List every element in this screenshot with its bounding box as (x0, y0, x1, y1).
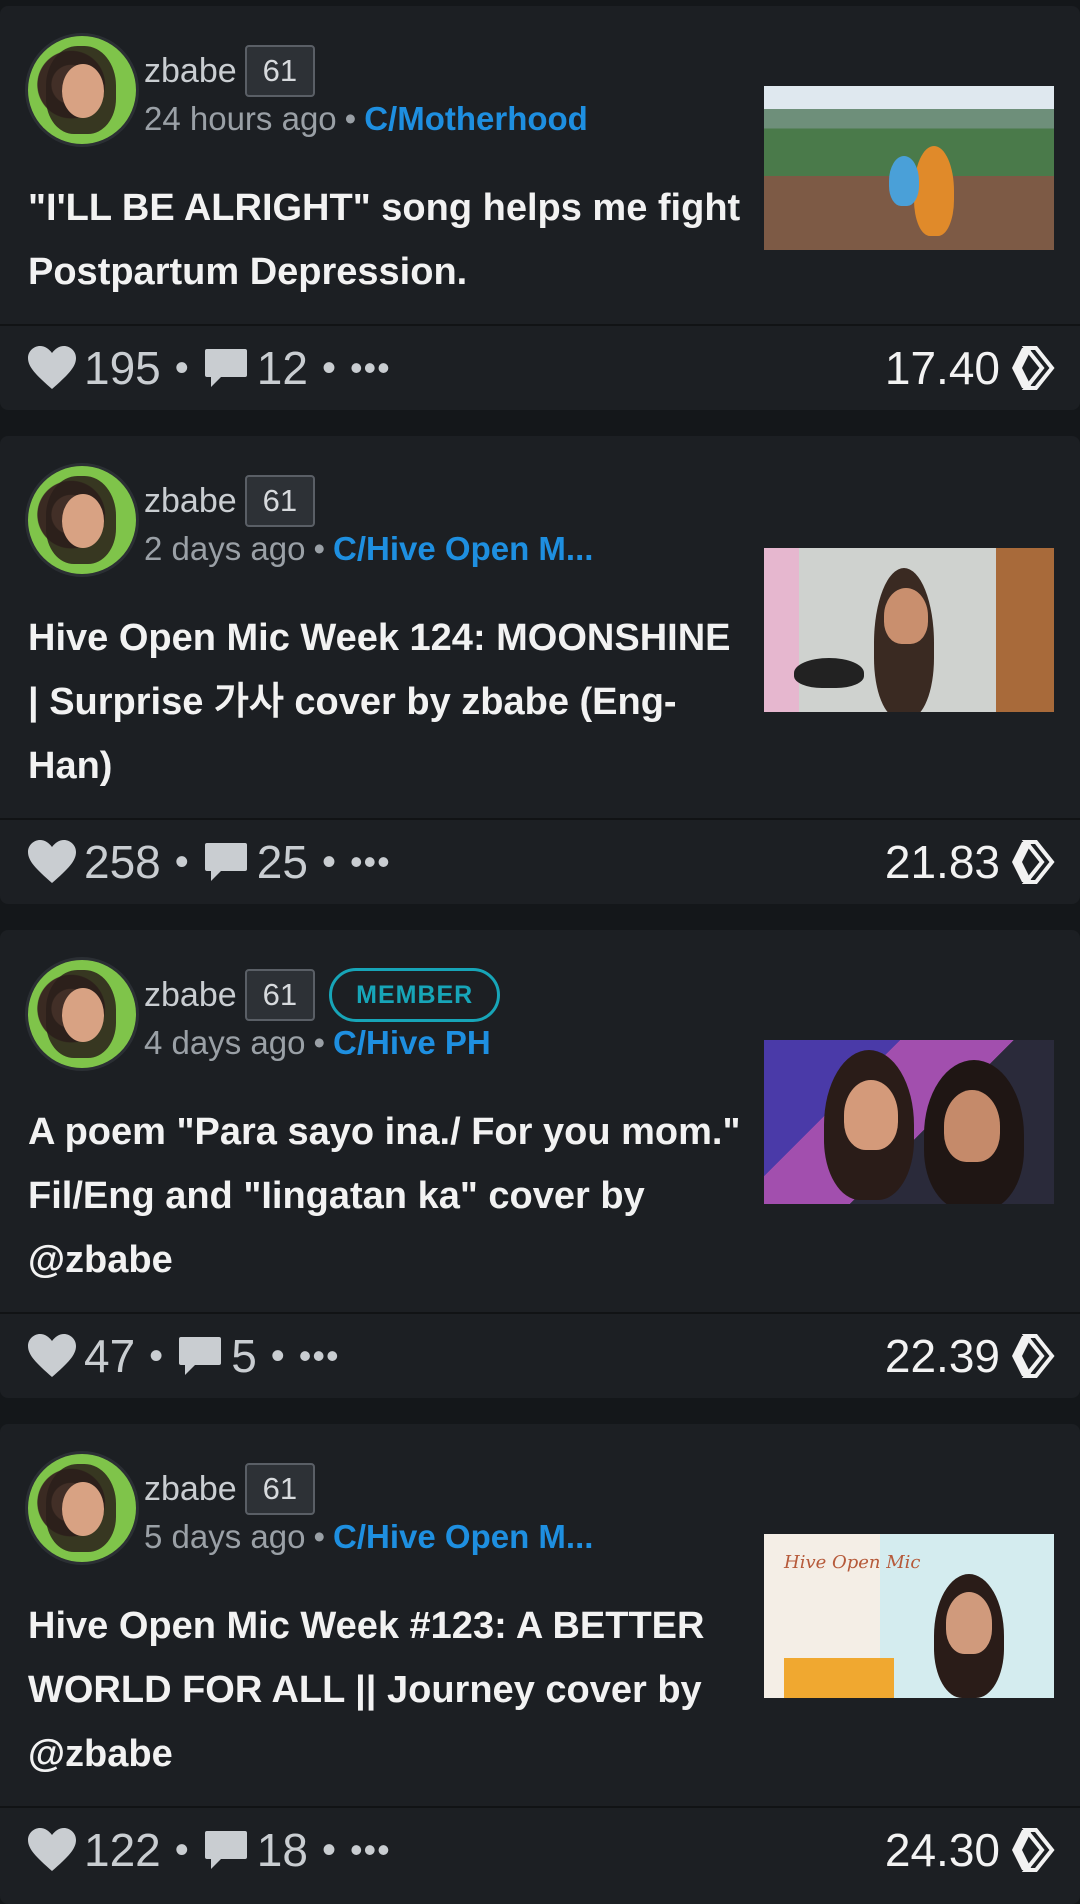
comment-icon[interactable] (203, 1827, 249, 1873)
reputation-badge: 61 (244, 45, 316, 97)
footer-separator: • (321, 345, 336, 390)
footer-separator: • (270, 1333, 285, 1378)
more-options-icon[interactable]: ••• (299, 1335, 340, 1377)
post-time: 24 hours ago (144, 100, 337, 137)
community-link[interactable]: C/Motherhood (364, 100, 588, 137)
meta-separator: • (344, 100, 357, 137)
footer-separator: • (174, 345, 189, 390)
heart-icon[interactable] (26, 1827, 78, 1873)
comment-count: 25 (256, 836, 308, 888)
comment-count: 12 (256, 342, 308, 394)
post-thumbnail[interactable] (764, 1040, 1054, 1204)
payout-value: 24.30 (884, 1824, 1000, 1876)
post-thumbnail[interactable]: Hive Open Mic (764, 1534, 1054, 1698)
thumbnail-overlay-text: Hive Open Mic (784, 1552, 921, 1573)
hive-logo-icon (1008, 1333, 1058, 1379)
post-time: 2 days ago (144, 530, 306, 567)
payout-value: 21.83 (884, 836, 1000, 888)
post-thumbnail[interactable] (764, 548, 1054, 712)
hive-logo-icon (1008, 345, 1058, 391)
comment-icon[interactable] (177, 1333, 223, 1379)
vote-count: 195 (84, 342, 161, 394)
author-name[interactable]: zbabe (144, 976, 237, 1015)
comment-icon[interactable] (203, 345, 249, 391)
hive-logo-icon (1008, 839, 1058, 885)
community-link[interactable]: C/Hive Open M... (333, 1518, 593, 1555)
reputation-badge: 61 (244, 1463, 316, 1515)
payout-value: 22.39 (884, 1330, 1000, 1382)
post-time: 4 days ago (144, 1024, 306, 1061)
payout[interactable]: 24.30 (885, 1823, 1058, 1877)
reputation-badge: 61 (244, 969, 316, 1021)
payout[interactable]: 17.40 (885, 341, 1058, 395)
meta-separator: • (313, 530, 326, 567)
more-options-icon[interactable]: ••• (350, 841, 391, 883)
author-name[interactable]: zbabe (144, 1470, 237, 1509)
post-card[interactable]: zbabe 61 2 days ago • C/Hive Open M... Hiv… (0, 436, 1080, 904)
heart-icon[interactable] (26, 839, 78, 885)
payout-value: 17.40 (884, 342, 1000, 394)
author-avatar[interactable] (28, 1454, 136, 1562)
post-title[interactable]: A poem "Para sayo ina./ For you mom." Fi… (28, 1100, 748, 1292)
footer-separator: • (149, 1333, 164, 1378)
meta-separator: • (313, 1518, 326, 1555)
post-time: 5 days ago (144, 1518, 306, 1555)
footer-separator: • (174, 839, 189, 884)
heart-icon[interactable] (26, 345, 78, 391)
footer-separator: • (321, 1827, 336, 1872)
post-card[interactable]: zbabe 61 5 days ago • C/Hive Open M... Hiv… (0, 1424, 1080, 1904)
author-avatar[interactable] (28, 36, 136, 144)
author-avatar[interactable] (28, 960, 136, 1068)
footer-separator: • (174, 1827, 189, 1872)
community-link[interactable]: C/Hive PH (333, 1024, 491, 1061)
author-name[interactable]: zbabe (144, 482, 237, 521)
post-card[interactable]: zbabe 61 24 hours ago • C/Motherhood "I'LL… (0, 6, 1080, 410)
vote-count: 47 (84, 1330, 136, 1382)
post-title[interactable]: Hive Open Mic Week 124: MOONSHINE | Surp… (28, 606, 748, 798)
comment-count: 18 (256, 1824, 308, 1876)
comment-count: 5 (231, 1330, 257, 1382)
comment-icon[interactable] (203, 839, 249, 885)
author-name[interactable]: zbabe (144, 52, 237, 91)
heart-icon[interactable] (26, 1333, 78, 1379)
more-options-icon[interactable]: ••• (350, 347, 391, 389)
more-options-icon[interactable]: ••• (350, 1829, 391, 1871)
payout[interactable]: 22.39 (885, 1329, 1058, 1383)
vote-count: 122 (84, 1824, 161, 1876)
footer-separator: • (321, 839, 336, 884)
hive-logo-icon (1008, 1827, 1058, 1873)
vote-count: 258 (84, 836, 161, 888)
member-badge: MEMBER (329, 968, 501, 1022)
payout[interactable]: 21.83 (885, 835, 1058, 889)
community-link[interactable]: C/Hive Open M... (333, 530, 593, 567)
author-avatar[interactable] (28, 466, 136, 574)
post-title[interactable]: Hive Open Mic Week #123: A BETTER WORLD … (28, 1594, 748, 1786)
reputation-badge: 61 (244, 475, 316, 527)
post-card[interactable]: zbabe 61 MEMBER 4 days ago • C/Hive PH A p… (0, 930, 1080, 1398)
post-title[interactable]: "I'LL BE ALRIGHT" song helps me fight Po… (28, 176, 748, 304)
post-thumbnail[interactable] (764, 86, 1054, 250)
meta-separator: • (313, 1024, 326, 1061)
